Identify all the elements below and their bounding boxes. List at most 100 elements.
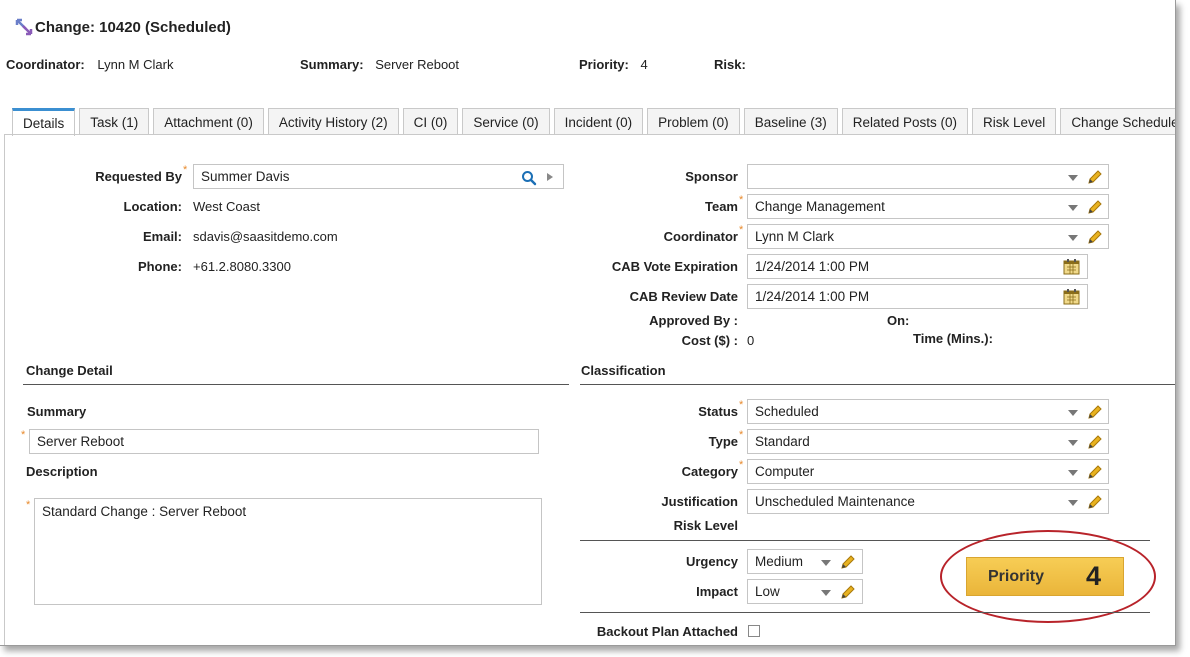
category-label: Category: [681, 464, 738, 479]
tab-bar: Details Task (1) Attachment (0) Activity…: [12, 108, 1175, 136]
divider: [23, 384, 569, 385]
required-marker: *: [739, 224, 744, 236]
cab-vote-expiration-label: CAB Vote Expiration: [611, 259, 738, 274]
time-mins-label: Time (Mins.):: [913, 331, 993, 346]
impact-value: Low: [755, 584, 780, 599]
type-value: Standard: [755, 434, 810, 449]
email-value: sdavis@saasitdemo.com: [193, 229, 338, 244]
header-coordinator-value: Lynn M Clark: [97, 57, 174, 72]
chevron-down-icon[interactable]: [1068, 440, 1078, 446]
page-title-text: Change: 10420 (Scheduled): [35, 18, 231, 36]
coordinator-dropdown[interactable]: Lynn M Clark: [747, 224, 1109, 249]
required-marker: *: [739, 399, 744, 411]
change-arrows-icon: [15, 18, 33, 36]
header-risk-label: Risk:: [714, 57, 746, 72]
tab-attachment[interactable]: Attachment (0): [153, 108, 264, 135]
tab-change-schedule[interactable]: Change Schedule: [1060, 108, 1175, 135]
calendar-icon[interactable]: [1063, 258, 1080, 275]
pencil-icon[interactable]: [839, 553, 857, 571]
location-value: West Coast: [193, 199, 260, 214]
phone-value: +61.2.8080.3300: [193, 259, 291, 274]
tab-task[interactable]: Task (1): [79, 108, 150, 135]
cab-vote-expiration-input[interactable]: 1/24/2014 1:00 PM: [747, 254, 1088, 279]
status-label: Status: [698, 404, 738, 419]
required-marker: *: [26, 499, 31, 511]
divider: [580, 612, 1150, 613]
expand-arrow-icon[interactable]: [546, 172, 554, 182]
category-dropdown[interactable]: Computer: [747, 459, 1109, 484]
header-coordinator: Coordinator: Lynn M Clark: [6, 57, 173, 72]
required-marker: *: [739, 459, 744, 471]
annotation-ellipse: [940, 530, 1156, 623]
team-value: Change Management: [755, 199, 885, 214]
chevron-down-icon[interactable]: [821, 590, 831, 596]
summary-input-value: Server Reboot: [37, 434, 125, 449]
header-priority-label: Priority:: [579, 57, 629, 72]
urgency-dropdown[interactable]: Medium: [747, 549, 863, 574]
tab-activity-history[interactable]: Activity History (2): [267, 108, 399, 135]
status-dropdown[interactable]: Scheduled: [747, 399, 1109, 424]
tab-related-posts[interactable]: Related Posts (0): [841, 108, 969, 135]
header-summary: Summary: Server Reboot: [300, 57, 459, 72]
team-label: Team: [705, 199, 738, 214]
team-dropdown[interactable]: Change Management: [747, 194, 1109, 219]
status-value: Scheduled: [755, 404, 819, 419]
type-dropdown[interactable]: Standard: [747, 429, 1109, 454]
tab-divider: [4, 134, 1175, 135]
search-icon[interactable]: [521, 170, 537, 186]
tab-risk-level[interactable]: Risk Level: [972, 108, 1057, 135]
pencil-icon[interactable]: [1086, 168, 1104, 186]
tab-baseline[interactable]: Baseline (3): [743, 108, 838, 135]
chevron-down-icon[interactable]: [821, 560, 831, 566]
coordinator-label: Coordinator: [663, 229, 738, 244]
panel-border: [4, 134, 5, 645]
pencil-icon[interactable]: [1086, 228, 1104, 246]
impact-dropdown[interactable]: Low: [747, 579, 863, 604]
pencil-icon[interactable]: [1086, 403, 1104, 421]
header-summary-label: Summary:: [300, 57, 364, 72]
summary-input[interactable]: Server Reboot: [29, 429, 539, 454]
chevron-down-icon[interactable]: [1068, 410, 1078, 416]
approved-on-label: On:: [887, 313, 910, 328]
requested-by-value: Summer Davis: [201, 169, 290, 184]
urgency-label: Urgency: [685, 554, 738, 569]
chevron-down-icon[interactable]: [1068, 175, 1078, 181]
chevron-down-icon[interactable]: [1068, 205, 1078, 211]
header-coordinator-label: Coordinator:: [6, 57, 85, 72]
coordinator-value: Lynn M Clark: [755, 229, 835, 244]
chevron-down-icon[interactable]: [1068, 235, 1078, 241]
required-marker: *: [21, 429, 26, 441]
header-priority: Priority: 4: [579, 57, 648, 72]
pencil-icon[interactable]: [1086, 198, 1104, 216]
backout-plan-checkbox[interactable]: [748, 625, 760, 637]
sponsor-dropdown[interactable]: [747, 164, 1109, 189]
header-summary-value: Server Reboot: [375, 57, 460, 72]
pencil-icon[interactable]: [1086, 493, 1104, 511]
email-label: Email:: [142, 229, 182, 244]
classification-section-title: Classification: [581, 363, 666, 378]
tab-incident[interactable]: Incident (0): [553, 108, 644, 135]
tab-problem[interactable]: Problem (0): [647, 108, 740, 135]
summary-label: Summary: [27, 404, 87, 419]
pencil-icon[interactable]: [839, 583, 857, 601]
pencil-icon[interactable]: [1086, 433, 1104, 451]
tab-details[interactable]: Details: [12, 108, 76, 136]
pencil-icon[interactable]: [1086, 463, 1104, 481]
chevron-down-icon[interactable]: [1068, 500, 1078, 506]
tab-ci[interactable]: CI (0): [402, 108, 459, 135]
requested-by-field[interactable]: Summer Davis: [193, 164, 564, 189]
page-title: Change: 10420 (Scheduled): [14, 17, 231, 37]
description-textarea[interactable]: Standard Change : Server Reboot: [34, 498, 542, 605]
chevron-down-icon[interactable]: [1068, 470, 1078, 476]
required-marker: *: [183, 164, 188, 176]
sponsor-label: Sponsor: [685, 169, 738, 184]
tab-service[interactable]: Service (0): [462, 108, 550, 135]
cost-label: Cost ($) :: [681, 333, 738, 348]
justification-dropdown[interactable]: Unscheduled Maintenance: [747, 489, 1109, 514]
location-label: Location:: [123, 199, 183, 214]
calendar-icon[interactable]: [1063, 288, 1080, 305]
description-label: Description: [26, 464, 98, 479]
cab-review-date-input[interactable]: 1/24/2014 1:00 PM: [747, 284, 1088, 309]
divider: [580, 384, 1175, 385]
required-marker: *: [739, 429, 744, 441]
